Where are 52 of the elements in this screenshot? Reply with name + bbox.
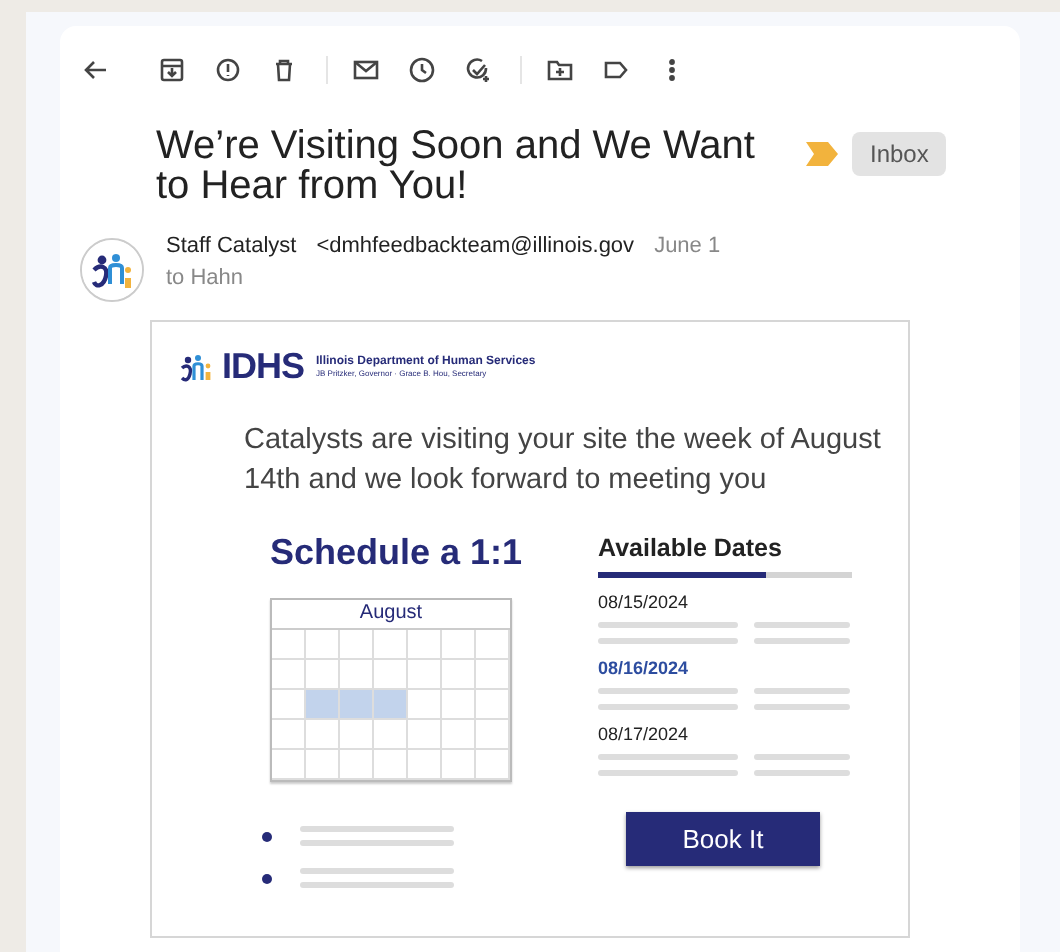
calendar-day[interactable] <box>272 750 306 780</box>
book-button[interactable]: Book It <box>626 812 820 866</box>
calendar-day[interactable] <box>374 750 408 780</box>
calendar-day[interactable] <box>272 630 306 660</box>
bullet-dot <box>262 831 272 841</box>
calendar-day[interactable] <box>476 750 510 780</box>
importance-marker-icon[interactable] <box>806 142 838 166</box>
calendar-day[interactable] <box>476 630 510 660</box>
calendar-day[interactable] <box>340 750 374 780</box>
calendar-day[interactable] <box>442 690 476 720</box>
calendar-day[interactable] <box>408 630 442 660</box>
calendar-day[interactable] <box>306 750 340 780</box>
sender-address: <dmhfeedbackteam@illinois.gov <box>316 234 635 258</box>
calendar-day[interactable] <box>374 690 408 720</box>
calendar-month: August <box>272 600 510 630</box>
calendar-day[interactable] <box>340 720 374 750</box>
calendar-day[interactable] <box>306 690 340 720</box>
calendar-day[interactable] <box>476 720 510 750</box>
calendar-day[interactable] <box>442 630 476 660</box>
date-option[interactable]: 08/17/2024 <box>598 724 852 744</box>
calendar-day[interactable] <box>408 690 442 720</box>
date-option[interactable]: 08/16/2024 <box>598 658 852 678</box>
calendar-day[interactable] <box>272 660 306 690</box>
email-subject: We’re Visiting Soon and We Want to Hear from You! <box>156 126 756 206</box>
dates-heading: Available Dates <box>598 534 784 562</box>
calendar-day[interactable] <box>408 720 442 750</box>
calendar-day[interactable] <box>306 630 340 660</box>
calendar-day[interactable] <box>272 720 306 750</box>
sender-name: Staff Catalyst <box>166 234 297 258</box>
calendar-day[interactable] <box>340 690 374 720</box>
avatar-icon <box>80 238 144 302</box>
calendar-day[interactable] <box>408 750 442 780</box>
calendar-day[interactable] <box>306 720 340 750</box>
calendar-day[interactable] <box>340 630 374 660</box>
people-logo-icon <box>180 353 216 381</box>
calendar-day[interactable] <box>476 660 510 690</box>
calendar-day[interactable] <box>374 630 408 660</box>
clock-icon[interactable] <box>404 52 440 88</box>
email-date: June 1 <box>654 234 721 258</box>
calendar-day[interactable] <box>408 660 442 690</box>
calendar-day[interactable] <box>442 750 476 780</box>
bullet-dot <box>262 873 272 883</box>
calendar-day[interactable] <box>442 660 476 690</box>
calendar-day[interactable] <box>374 720 408 750</box>
schedule-heading: Schedule a 1:1 <box>270 532 525 572</box>
logo-text: IDHS <box>222 346 305 388</box>
calendar-day[interactable] <box>476 690 510 720</box>
date-option[interactable]: 08/15/2024 <box>598 592 852 612</box>
calendar-day[interactable] <box>442 720 476 750</box>
recipient-line: to Hahn <box>166 266 246 290</box>
inbox-label[interactable]: Inbox <box>852 132 947 176</box>
intro-text: Catalysts are visiting your site the week of August 14th and we look forward to meeting you <box>244 422 883 500</box>
